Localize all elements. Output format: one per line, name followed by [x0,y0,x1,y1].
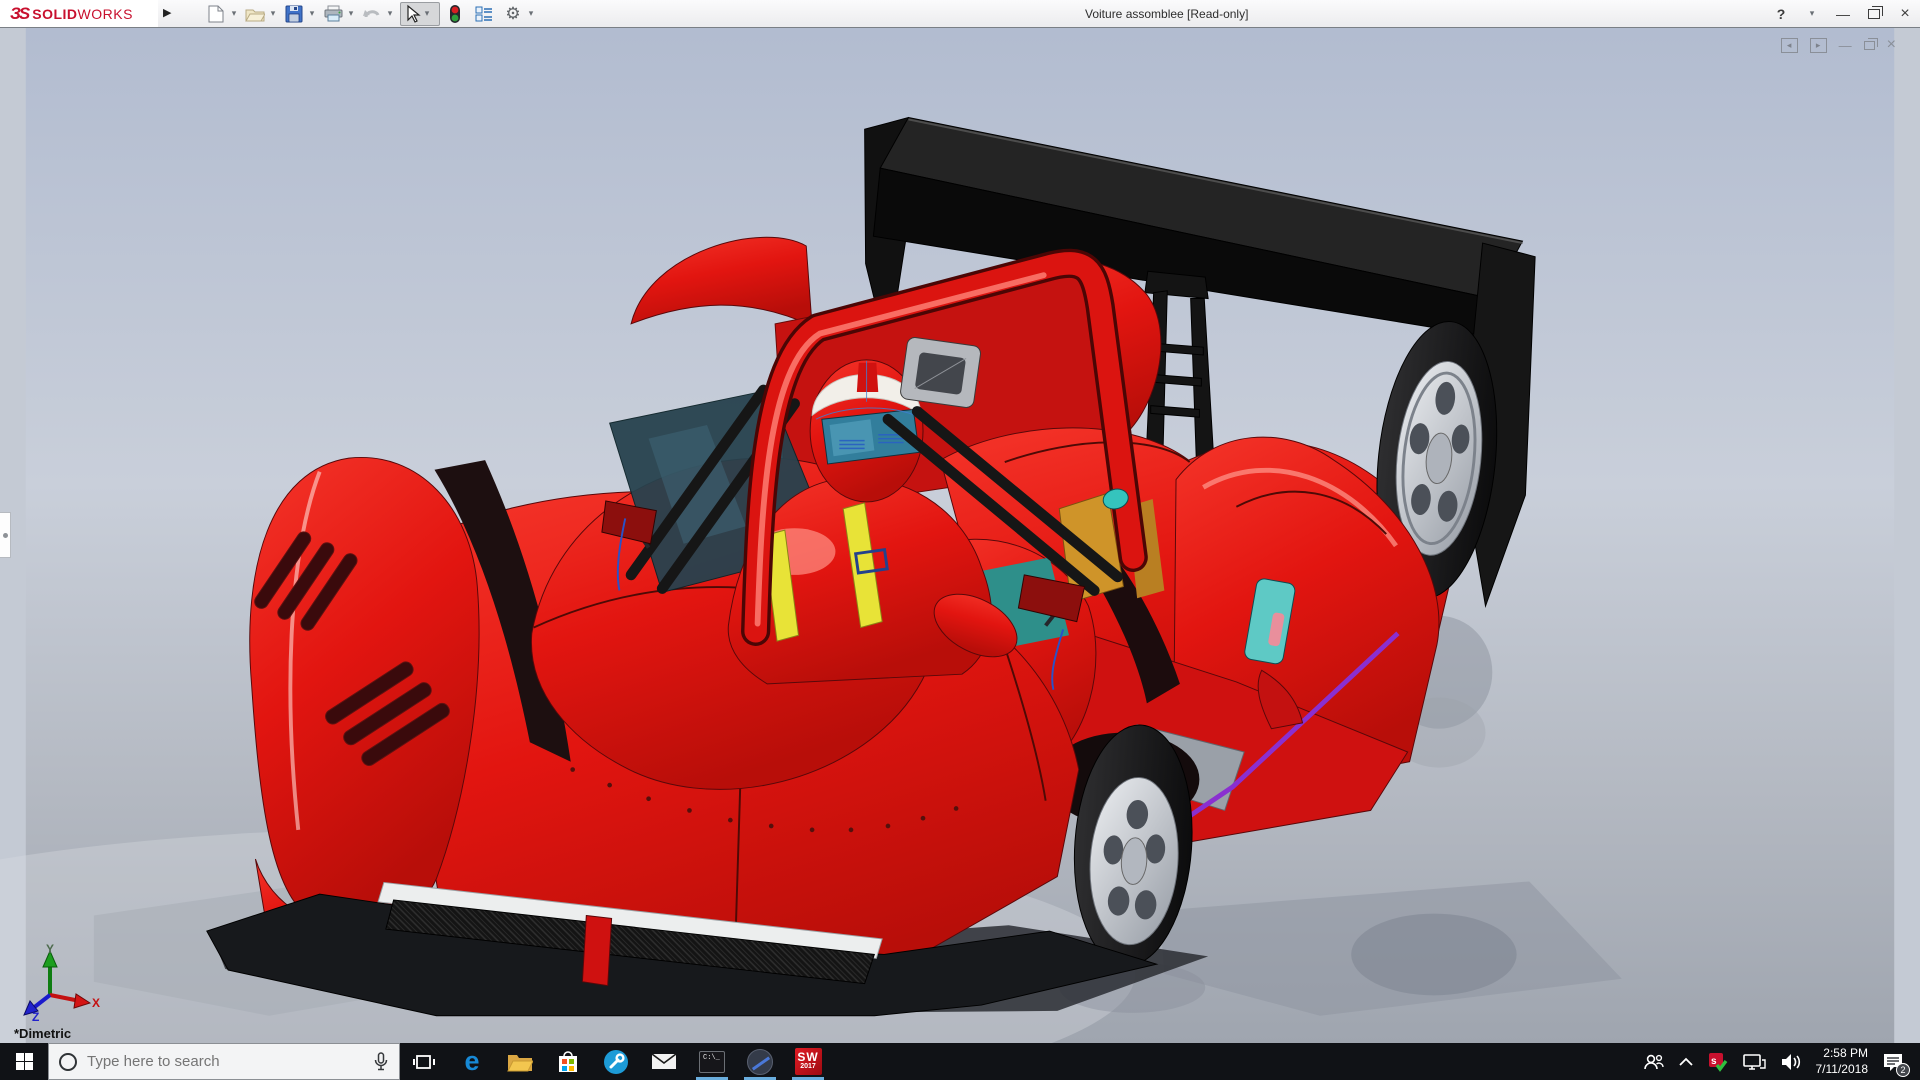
view-stoplight-icon[interactable] [444,3,466,25]
brand-solid: SOLID [32,6,77,22]
taskbar-search[interactable] [48,1043,400,1080]
orientation-triad-icon: Y X Z [10,943,100,1021]
volume-icon[interactable] [1780,1053,1802,1071]
print-button[interactable] [322,3,344,25]
pane-handle-dot [3,533,8,538]
undo-button[interactable] [361,3,383,25]
taskbar-app-file-explorer[interactable] [496,1043,544,1080]
svg-text:X: X [92,996,100,1010]
solidworks-window: ЗS SOLIDWORKS ▶ ▾ ▾ ▾ ▾ ▾ ▾ [0,0,1920,1080]
taskbar-clock[interactable]: 2:58 PM 7/11/2018 [1816,1046,1869,1077]
pane-right-icon[interactable]: ▸ [1810,38,1827,53]
help-caret[interactable]: ▾ [1806,8,1818,19]
start-button[interactable] [0,1043,48,1080]
feature-pane-handle[interactable] [0,512,11,558]
dassault-ds-icon: ЗS [10,4,28,24]
solidworks-2017-icon: SW 2017 [795,1048,822,1075]
microphone-icon[interactable] [373,1052,389,1072]
doc-restore-icon[interactable] [1864,41,1875,50]
graphics-area[interactable]: ◂ ▸ — × Y X Z *Dimetric [0,28,1920,1043]
window-controls: ? ▾ — × [1772,0,1914,27]
windows-logo-icon [16,1053,33,1070]
taskbar-app-get-help[interactable] [592,1043,640,1080]
network-icon[interactable] [1742,1052,1766,1072]
undo-caret[interactable]: ▾ [384,8,396,19]
tray-chevron-icon[interactable] [1678,1057,1694,1067]
file-explorer-icon [507,1051,533,1072]
title-bar: ЗS SOLIDWORKS ▶ ▾ ▾ ▾ ▾ ▾ ▾ [0,0,1920,28]
taskbar-app-dark[interactable] [736,1043,784,1080]
display-pane-icon[interactable] [473,3,495,25]
minimize-button[interactable]: — [1834,6,1852,22]
people-icon[interactable] [1642,1052,1664,1072]
edge-icon: e [464,1046,479,1077]
options-gear-icon[interactable]: ⚙ [502,3,524,25]
taskbar-app-edge[interactable]: e [448,1043,496,1080]
close-button[interactable]: × [1896,5,1914,23]
select-tool-button[interactable]: ▾ [400,2,440,26]
mail-icon [651,1052,677,1071]
taskbar-app-solidworks[interactable]: SW 2017 [784,1043,832,1080]
clock-date: 7/11/2018 [1816,1062,1869,1078]
solidworks-logo[interactable]: ЗS SOLIDWORKS [0,0,158,27]
taskbar-app-mail[interactable] [640,1043,688,1080]
search-input[interactable] [87,1053,337,1070]
cortana-icon [59,1053,77,1071]
view-orientation-label: *Dimetric [14,1026,71,1041]
notification-badge: 2 [1896,1063,1910,1077]
open-document-caret[interactable]: ▾ [267,8,279,19]
doc-minimize-icon[interactable]: — [1839,38,1852,53]
taskbar-app-store[interactable] [544,1043,592,1080]
command-prompt-icon: C:\_ [699,1051,725,1073]
windows-taskbar: e C:\_ SW 2017 s [0,1043,1920,1080]
dark-app-icon [747,1049,773,1075]
menu-flyout-icon[interactable]: ▶ [163,6,171,19]
clock-time: 2:58 PM [1816,1046,1869,1062]
svg-text:Z: Z [32,1010,39,1021]
window-title: Voiture assomblee [Read-only] [1085,7,1248,21]
svg-text:Y: Y [46,943,54,956]
open-document-button[interactable] [244,3,266,25]
store-icon [557,1050,579,1074]
document-window-controls: ◂ ▸ — × [1781,36,1896,54]
restore-button[interactable] [1868,9,1880,19]
task-view-button[interactable] [400,1043,448,1080]
taskbar-app-command-prompt[interactable]: C:\_ [688,1043,736,1080]
options-caret[interactable]: ▾ [525,8,537,19]
system-tray: s 2:58 PM 7/11/2018 2 [1642,1043,1920,1080]
select-tool-caret[interactable]: ▾ [421,8,433,19]
brand-works: WORKS [78,6,133,22]
new-document-button[interactable] [205,3,227,25]
doc-close-icon[interactable]: × [1887,36,1896,54]
solidworks-monitor-icon[interactable]: s [1708,1052,1728,1072]
model-canvas[interactable] [0,28,1920,1043]
quick-access-toolbar: ▾ ▾ ▾ ▾ ▾ ▾ ⚙ ▾ [205,0,541,27]
help-button[interactable]: ? [1772,6,1790,22]
action-center-button[interactable]: 2 [1882,1052,1904,1072]
print-caret[interactable]: ▾ [345,8,357,19]
save-caret[interactable]: ▾ [306,8,318,19]
pane-left-icon[interactable]: ◂ [1781,38,1798,53]
save-button[interactable] [283,3,305,25]
help-wrench-icon [603,1049,629,1075]
new-document-caret[interactable]: ▾ [228,8,240,19]
svg-text:s: s [1711,1056,1717,1067]
